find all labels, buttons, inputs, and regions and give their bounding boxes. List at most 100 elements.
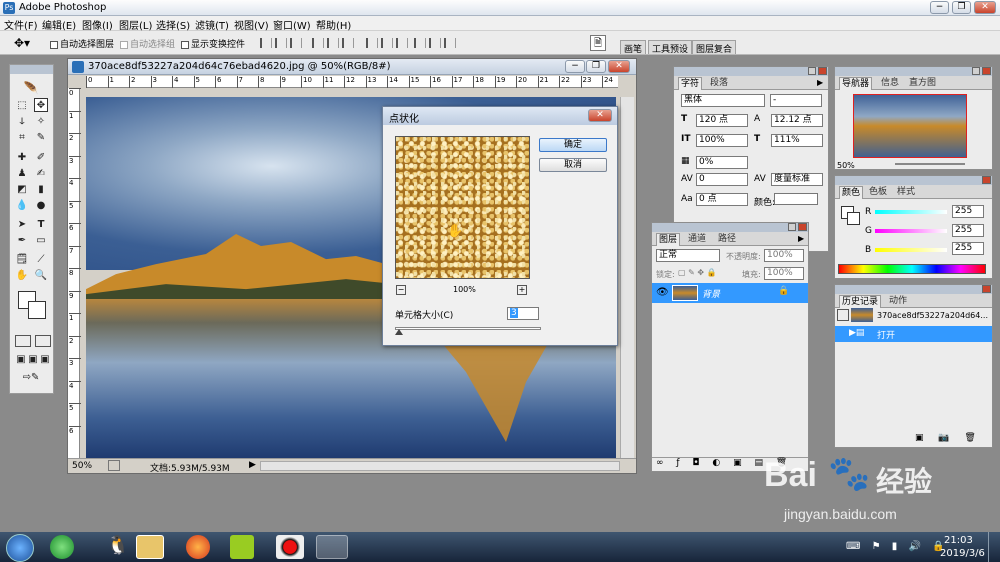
show-desktop-button[interactable] <box>988 532 1000 562</box>
tab-swatches[interactable]: 色板 <box>867 186 889 199</box>
navigator-min-button[interactable] <box>972 67 980 75</box>
layers-menu-arrow-icon[interactable]: ▶ <box>798 234 804 243</box>
navigator-close-button[interactable] <box>982 67 991 75</box>
history-brush-icon[interactable]: ✍ <box>34 167 48 181</box>
doc-restore-button[interactable]: ❐ <box>586 60 606 73</box>
history-close-button[interactable] <box>982 285 991 293</box>
fill-field[interactable]: 100% <box>764 267 804 280</box>
standard-mode-icon[interactable] <box>15 335 31 347</box>
opacity-field[interactable]: 100% <box>764 249 804 262</box>
horizontal-scale-field[interactable]: 111% <box>771 134 823 147</box>
layer-name[interactable]: 背景 <box>702 287 720 300</box>
distribute-top-icon[interactable] <box>366 38 378 48</box>
tab-color[interactable]: 颜色 <box>839 186 864 199</box>
auto-select-layer-checkbox[interactable]: 自动选择图层 <box>50 37 114 50</box>
baseline-field[interactable]: 0 点 <box>696 193 748 206</box>
text-color-swatch[interactable] <box>774 193 818 205</box>
snapshot-name[interactable]: 370ace8df53227a204d64... <box>877 311 988 320</box>
brush-tool-icon[interactable]: ✐ <box>34 151 48 165</box>
dodge-tool-icon[interactable]: ● <box>34 199 48 213</box>
leading-field[interactable]: 12.12 点 <box>771 114 823 127</box>
tray-icons[interactable]: ⌨ ⚑ ▮ 🔊 🔒 <box>846 541 949 552</box>
lasso-tool-icon[interactable]: ↆ <box>15 115 29 129</box>
firefox-icon[interactable] <box>186 535 210 559</box>
healing-brush-icon[interactable]: ✚ <box>15 151 29 165</box>
navigator-zoom[interactable]: 50% <box>837 161 855 170</box>
filter-preview[interactable] <box>395 136 530 279</box>
doc-close-button[interactable]: ✕ <box>608 60 630 73</box>
status-icon[interactable] <box>108 460 120 471</box>
tracking-pct-field[interactable]: 0% <box>696 156 748 169</box>
channel-r-slider[interactable] <box>875 210 947 214</box>
file-browser-icon[interactable]: 🗎 <box>590 35 606 51</box>
media-app-icon[interactable] <box>230 535 254 559</box>
path-select-icon[interactable]: ➤ <box>15 218 29 232</box>
align-bottom-icon[interactable] <box>290 38 302 48</box>
panel-close-button[interactable] <box>818 67 827 75</box>
tab-tool-presets[interactable]: 工具预设 <box>648 40 693 55</box>
tab-brushes[interactable]: 画笔 <box>620 40 647 55</box>
kerning-field[interactable]: 0 <box>696 173 748 186</box>
tab-paths[interactable]: 路径 <box>716 233 738 246</box>
blend-mode-select[interactable]: 正常 <box>656 249 720 262</box>
clock-time[interactable]: 21:03 <box>944 535 973 546</box>
zoom-out-button[interactable]: − <box>396 285 406 295</box>
blur-tool-icon[interactable]: 💧 <box>15 199 29 213</box>
menu-image[interactable]: 图像(I) <box>82 17 113 32</box>
notes-tool-icon[interactable]: 🗒 <box>15 253 29 267</box>
distribute-left-icon[interactable] <box>414 38 426 48</box>
align-vcenter-icon[interactable] <box>275 38 287 48</box>
move-tool-icon[interactable]: ✥▾ <box>14 36 30 50</box>
channel-b-slider[interactable] <box>875 248 947 252</box>
tab-character[interactable]: 字符 <box>678 77 703 90</box>
font-family-select[interactable]: 黑体 <box>681 94 765 107</box>
distribute-hcenter-icon[interactable] <box>429 38 441 48</box>
doc-minimize-button[interactable]: − <box>565 60 585 73</box>
panel-min-button[interactable] <box>808 67 816 75</box>
tab-paragraph[interactable]: 段落 <box>708 77 730 90</box>
color-bg-swatch[interactable] <box>847 212 860 225</box>
move-tool-icon-box[interactable]: ✥ <box>34 98 48 112</box>
align-top-icon[interactable] <box>260 38 272 48</box>
eyedropper-icon[interactable]: ⟋ <box>34 253 48 267</box>
channel-b-value[interactable]: 255 <box>952 242 984 255</box>
font-style-select[interactable]: - <box>770 94 822 107</box>
align-hcenter-icon[interactable] <box>327 38 339 48</box>
feather-icon[interactable]: 🪶 <box>16 81 46 95</box>
screen-mode-3-icon[interactable]: ▣ <box>38 353 52 367</box>
channel-r-value[interactable]: 255 <box>952 205 984 218</box>
type-tool-icon[interactable]: T <box>34 218 48 232</box>
lock-icons[interactable]: ▢ ✎ ✥ 🔒 <box>678 268 717 277</box>
menu-filter[interactable]: 滤镜(T) <box>195 17 229 32</box>
layers-min-button[interactable] <box>788 223 796 231</box>
tab-actions[interactable]: 动作 <box>887 295 909 308</box>
kerning-mode-field[interactable]: 度量标准 <box>771 173 823 186</box>
menu-help[interactable]: 帮助(H) <box>316 17 351 32</box>
channel-g-value[interactable]: 255 <box>952 224 984 237</box>
clock-date[interactable]: 2019/3/6 <box>940 548 985 559</box>
status-menu-arrow-icon[interactable]: ▶ <box>249 460 256 470</box>
history-footer-icons[interactable]: ▣ 📷 🗑 <box>915 433 982 443</box>
auto-select-group-checkbox[interactable]: 自动选择组 <box>120 37 175 50</box>
tab-channels[interactable]: 通道 <box>686 233 708 246</box>
hand-tool-icon[interactable]: ✋ <box>15 269 29 283</box>
cell-size-input[interactable]: 3 <box>507 307 539 320</box>
photoshop-taskbar-icon[interactable] <box>316 535 348 559</box>
distribute-bottom-icon[interactable] <box>396 38 408 48</box>
tab-history[interactable]: 历史记录 <box>839 295 882 308</box>
menu-edit[interactable]: 编辑(E) <box>42 17 76 32</box>
menu-window[interactable]: 窗口(W) <box>273 17 311 32</box>
history-item-open[interactable]: ▶▤ 打开 <box>835 326 992 342</box>
quickmask-mode-icon[interactable] <box>35 335 51 347</box>
gradient-tool-icon[interactable]: ▮ <box>34 183 48 197</box>
explorer-icon[interactable] <box>136 535 164 559</box>
slice-tool-icon[interactable]: ✎ <box>34 131 48 145</box>
vertical-scrollbar[interactable] <box>620 97 634 458</box>
shape-tool-icon[interactable]: ▭ <box>34 234 48 248</box>
recorder-icon[interactable] <box>276 535 304 559</box>
magic-wand-icon[interactable]: ✧ <box>34 115 48 129</box>
start-button[interactable] <box>6 534 34 562</box>
cell-size-slider-track[interactable] <box>395 327 541 330</box>
color-spectrum-bar[interactable] <box>838 264 986 274</box>
menu-layer[interactable]: 图层(L) <box>119 17 152 32</box>
